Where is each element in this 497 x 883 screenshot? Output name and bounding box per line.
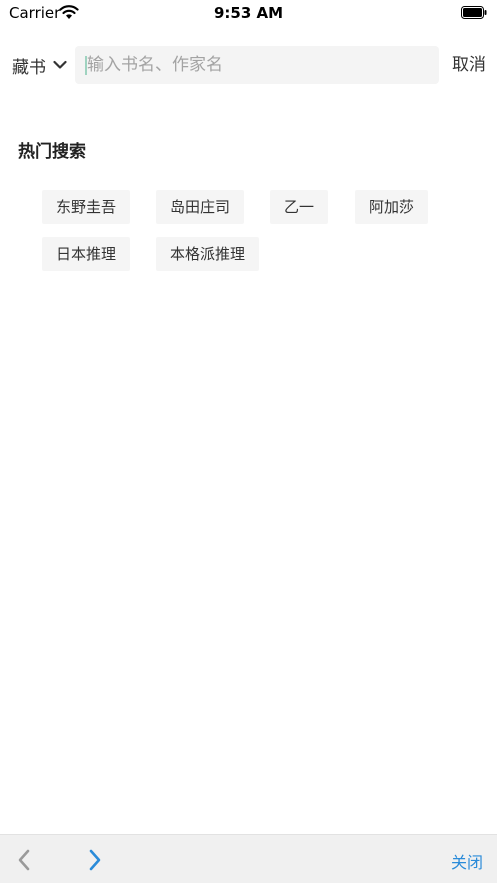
hot-search-tag[interactable]: 乙一 bbox=[270, 190, 329, 224]
search-scope-selector[interactable]: 藏书 bbox=[12, 45, 67, 85]
battery-icon bbox=[461, 6, 487, 19]
search-scope-label: 藏书 bbox=[12, 57, 46, 78]
clock: 9:53 AM bbox=[213, 4, 284, 22]
bottom-toolbar: 关闭 bbox=[0, 834, 497, 883]
screen: Carrier 9:53 AM 藏书 取消 热门搜索 东野圭吾 岛田庄司 乙一 … bbox=[0, 0, 497, 883]
chevron-left-icon[interactable] bbox=[16, 849, 32, 871]
search-bar: 藏书 取消 bbox=[0, 45, 497, 85]
cancel-button[interactable]: 取消 bbox=[452, 45, 486, 85]
hot-search-tag[interactable]: 岛田庄司 bbox=[156, 190, 245, 224]
hot-search-tag[interactable]: 阿加莎 bbox=[355, 190, 429, 224]
hot-search-tag[interactable]: 东野圭吾 bbox=[42, 190, 131, 224]
chevron-right-icon[interactable] bbox=[87, 849, 103, 871]
hot-search-tag[interactable]: 日本推理 bbox=[42, 237, 131, 271]
hot-search-title: 热门搜索 bbox=[18, 142, 86, 162]
chevron-down-icon bbox=[53, 60, 67, 69]
text-cursor bbox=[85, 56, 87, 75]
close-button[interactable]: 关闭 bbox=[451, 849, 483, 873]
hot-search-tag[interactable]: 本格派推理 bbox=[156, 237, 260, 271]
status-bar: Carrier 9:53 AM bbox=[0, 0, 497, 26]
search-input[interactable] bbox=[75, 46, 439, 84]
